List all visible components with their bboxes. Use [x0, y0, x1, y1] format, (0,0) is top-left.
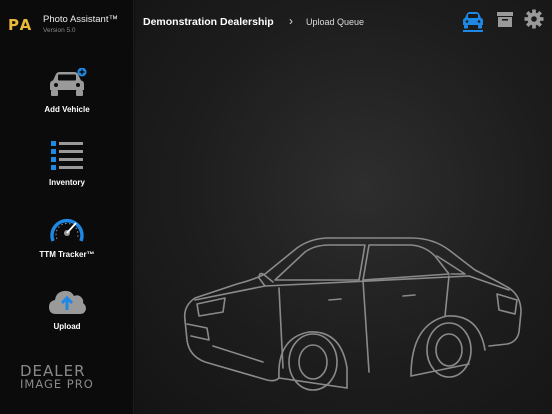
dealer-image-pro-logo: DEALER IMAGE PRO	[20, 362, 94, 391]
sidebar-item-label: Upload	[53, 322, 81, 331]
car-outline-illustration	[183, 237, 522, 391]
app-version: Version 5.0	[43, 27, 76, 34]
breadcrumb-page: Upload Queue	[306, 17, 365, 27]
chevron-right-icon: ›	[289, 14, 293, 28]
sidebar-item-label: TTM Tracker™	[39, 250, 95, 259]
archive-icon[interactable]	[493, 9, 517, 31]
car-icon[interactable]	[461, 9, 485, 31]
app-logo: PA	[8, 16, 34, 34]
add-vehicle-icon	[50, 68, 87, 96]
sidebar-item-label: Add Vehicle	[44, 105, 90, 114]
speedometer-icon	[50, 218, 84, 242]
sidebar: PA Photo Assistant™ Version 5.0 Add Vehi…	[0, 0, 134, 414]
sidebar-item-upload[interactable]: Upload	[0, 286, 134, 346]
app-brand: PA Photo Assistant™ Version 5.0	[0, 0, 134, 42]
gear-icon[interactable]	[522, 9, 546, 31]
sidebar-item-ttm-tracker[interactable]: TTM Tracker™	[0, 213, 134, 273]
app-name: Photo Assistant™	[43, 14, 118, 25]
main-content: Demonstration Dealership › Upload Queue	[135, 0, 552, 414]
sidebar-item-label: Inventory	[48, 178, 85, 187]
cloud-upload-icon	[49, 290, 86, 314]
inventory-list-icon	[51, 141, 83, 170]
sidebar-item-add-vehicle[interactable]: Add Vehicle	[0, 68, 134, 128]
topbar: Demonstration Dealership › Upload Queue	[135, 0, 552, 42]
sidebar-item-inventory[interactable]: Inventory	[0, 140, 134, 200]
active-tab-indicator	[463, 30, 483, 32]
breadcrumb-dealer[interactable]: Demonstration Dealership	[143, 16, 274, 28]
